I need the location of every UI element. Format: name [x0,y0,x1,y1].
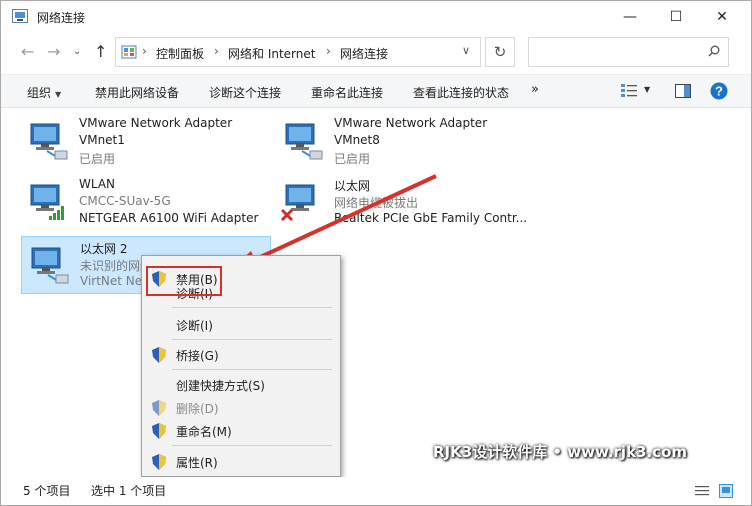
connections-list: VMware Network Adapter VMnet1 已启用 VMware… [1,109,751,473]
minimize-icon: — [623,8,637,25]
connection-item-vmnet1[interactable]: VMware Network Adapter VMnet1 已启用 [21,113,271,171]
connection-detail: CMCC-SUav-5G [79,194,171,208]
connection-item-vmnet8[interactable]: VMware Network Adapter VMnet8 已启用 [276,113,526,171]
shield-icon [152,423,166,439]
menu-item-delete: 删除(D) [144,397,338,419]
menu-item-label: 删除(D) [176,402,219,416]
network-connections-window: 网络连接 — ☐ ✕ ← → ⌄ ↑ › 控制面板 › 网络和 Internet… [0,0,752,506]
recent-dropdown-icon[interactable]: ⌄ [73,46,81,57]
item-count: 5 个项目 [23,484,71,498]
breadcrumb-control-panel[interactable]: 控制面板 [156,45,204,62]
breadcrumb-separator: › [326,44,331,58]
menu-separator [172,369,332,370]
back-arrow-icon[interactable]: ← [21,42,34,61]
address-dropdown-icon[interactable]: ∨ [462,44,470,57]
context-menu: 禁用(B) 诊断(I) 诊断(I) 桥接(G) 创建快捷方式(S) 删除(D) … [141,255,341,477]
wifi-bars-icon [49,206,64,220]
command-bar: 组织 ▼ 禁用此网络设备 诊断这个连接 重命名此连接 查看此连接的状态 » ▼ ? [1,74,751,108]
connection-name: VMware Network Adapter [79,116,233,130]
maximize-icon: ☐ [669,8,683,25]
connection-status: 已启用 [79,152,116,166]
forward-arrow-icon[interactable]: → [47,42,60,61]
search-box[interactable] [528,37,729,67]
menu-item-label: 桥接(G) [176,349,219,363]
connection-device: VirtNet Ne [80,274,143,288]
view-status-button[interactable]: 查看此连接的状态 [413,84,509,101]
menu-separator [172,339,332,340]
organize-label: 组织 [27,86,52,100]
connection-name: 以太网 2 [80,242,128,256]
view-options-icon[interactable] [621,84,637,98]
chevron-down-icon: ▼ [55,90,62,99]
details-view-icon[interactable] [695,485,709,497]
preview-pane-icon[interactable] [675,84,691,98]
refresh-icon: ↻ [493,43,507,61]
help-icon[interactable]: ? [710,82,728,100]
view-dropdown-icon[interactable]: ▼ [644,85,650,94]
network-adapter-icon [31,247,69,284]
up-arrow-icon[interactable]: ↑ [94,42,107,61]
connection-name: WLAN [79,177,116,191]
connection-name: VMware Network Adapter [334,116,488,130]
shield-icon [152,454,166,470]
shield-icon [152,347,166,363]
menu-separator [172,445,332,446]
shield-icon [152,400,166,416]
highlight-box [146,266,222,296]
search-icon [708,45,720,57]
breadcrumb-separator: › [142,44,147,58]
title-bar: 网络连接 — ☐ ✕ [1,1,751,32]
menu-item-diagnose[interactable]: 诊断(I) [144,314,338,336]
menu-separator [172,307,332,308]
connection-status: 已启用 [334,152,371,166]
svg-text:?: ? [715,84,723,99]
connection-detail: VMnet1 [79,133,125,147]
selection-count: 选中 1 个项目 [91,484,167,498]
control-panel-icon [121,45,137,59]
menu-item-properties[interactable]: 属性(R) [144,451,338,473]
connection-detail: VMnet8 [334,133,380,147]
close-button[interactable]: ✕ [699,1,745,32]
minimize-button[interactable]: — [607,1,653,32]
menu-item-label: 诊断(I) [176,319,213,333]
network-folder-icon [12,9,28,23]
watermark-text: RJK3设计软件库 • www.rjk3.com [433,443,688,461]
window-title: 网络连接 [37,11,86,25]
network-adapter-icon [285,123,323,160]
close-icon: ✕ [716,8,728,25]
menu-item-rename[interactable]: 重命名(M) [144,420,338,442]
status-bar: 5 个项目 选中 1 个项目 [1,477,751,505]
menu-item-label: 重命名(M) [176,425,232,439]
rename-button[interactable]: 重命名此连接 [311,84,383,101]
large-icons-view-icon[interactable] [719,484,733,498]
maximize-button[interactable]: ☐ [653,1,699,32]
navigation-row: ← → ⌄ ↑ › 控制面板 › 网络和 Internet › 网络连接 ∨ ↻ [1,32,751,72]
menu-item-create-shortcut[interactable]: 创建快捷方式(S) [144,374,338,396]
menu-item-bridge[interactable]: 桥接(G) [144,344,338,366]
breadcrumb-network-internet[interactable]: 网络和 Internet [228,45,315,62]
address-bar[interactable]: › 控制面板 › 网络和 Internet › 网络连接 ∨ [115,37,481,67]
breadcrumb-separator: › [214,44,219,58]
menu-item-label: 属性(R) [176,456,218,470]
more-commands-button[interactable]: » [531,82,539,97]
diagnose-button[interactable]: 诊断这个连接 [209,84,281,101]
organize-menu[interactable]: 组织 ▼ [27,84,61,101]
disable-device-button[interactable]: 禁用此网络设备 [95,84,179,101]
breadcrumb-network-connections[interactable]: 网络连接 [340,45,388,62]
refresh-button[interactable]: ↻ [485,37,515,67]
menu-item-label: 创建快捷方式(S) [176,379,265,393]
network-adapter-icon [30,123,68,160]
